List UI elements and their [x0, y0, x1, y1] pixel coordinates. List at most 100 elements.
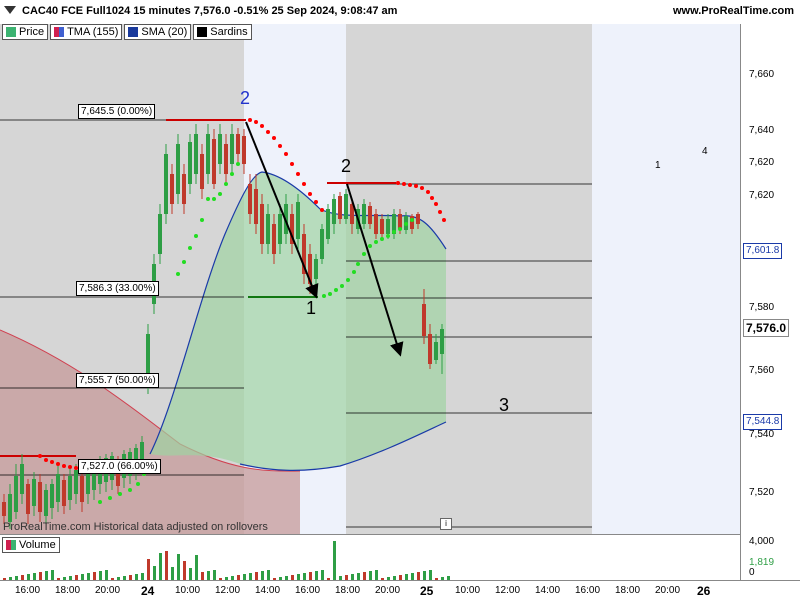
candle-body [254, 189, 258, 224]
wave-label-2-blue: 2 [240, 88, 251, 108]
volume-axis: 4,000 1,819 0 [740, 534, 800, 580]
time-tick: 18:00 [55, 585, 81, 596]
sardin-dot-green [362, 252, 366, 256]
sardin-dot-red [260, 124, 264, 128]
info-icon[interactable]: i [440, 518, 452, 530]
sardin-dot-red [396, 181, 400, 185]
candle-body [236, 134, 240, 154]
time-tick: 16:00 [575, 585, 601, 596]
candle-body [44, 490, 48, 516]
volume-bar [159, 553, 162, 581]
legend-price[interactable]: Price [2, 24, 49, 40]
sardin-dot-green [182, 260, 186, 264]
fibo-level-50[interactable]: 7,555.7 (50.00%) [76, 373, 159, 388]
candle-body [20, 464, 24, 494]
sardin-dot-red [308, 192, 312, 196]
sardin-dot-red [254, 120, 258, 124]
sardin-dot-green [194, 234, 198, 238]
time-tick: 16:00 [15, 585, 41, 596]
legend-sardins[interactable]: Sardins [193, 24, 252, 40]
price-tick: 7,540 [749, 429, 775, 440]
volume-bar [165, 551, 168, 581]
fibo-level-33[interactable]: 7,586.3 (33.00%) [76, 281, 159, 296]
time-tick: 12:00 [495, 585, 521, 596]
candle-body [296, 202, 300, 239]
volume-panel[interactable] [0, 534, 740, 581]
candle-body [212, 139, 216, 184]
price-axis[interactable]: 7,660 7,640 7,620 7,620 7,580 7,560 7,54… [740, 24, 800, 534]
sardin-dot-red [296, 172, 300, 176]
candle-body [362, 204, 366, 224]
volume-canvas [3, 541, 450, 581]
lower-band-price-label: 7,544.8 [743, 414, 783, 430]
sardin-dot-green [340, 284, 344, 288]
candle-body [338, 196, 342, 219]
legend-volume[interactable]: Volume [2, 537, 60, 553]
legend-sardins-label: Sardins [210, 26, 248, 38]
sardin-dot-red [420, 186, 424, 190]
candle-body [344, 194, 348, 219]
candle-body [266, 214, 270, 244]
collapse-triangle-icon[interactable] [4, 6, 16, 14]
candle-body [14, 476, 18, 512]
legend-sma-label: SMA (20) [141, 26, 188, 38]
candle-body [416, 214, 420, 224]
sardin-dot-green [368, 244, 372, 248]
candle-body [440, 329, 444, 354]
site-link[interactable]: www.ProRealTime.com [673, 5, 794, 17]
candle-body [398, 214, 402, 229]
sardin-dot-red [248, 118, 252, 122]
sardin-dot-green [404, 222, 408, 226]
sardin-dot-red [266, 130, 270, 134]
candle-body [410, 216, 414, 229]
sardin-dot-red [434, 202, 438, 206]
chart-header: CAC40 FCE Full1024 15 minutes 7,576.0 -0… [0, 0, 800, 25]
fibo-level-66[interactable]: 7,527.0 (66.00%) [78, 459, 161, 474]
sardin-dot-green [230, 172, 234, 176]
candle-body [248, 184, 252, 214]
sardin-dot-green [108, 496, 112, 500]
sardin-dot-red [38, 454, 42, 458]
sardin-dot-red [44, 458, 48, 462]
candle-body [176, 144, 180, 194]
sardin-dot-red [50, 460, 54, 464]
sardin-dot-green [200, 218, 204, 222]
candle-body [38, 482, 42, 512]
candle-body [170, 174, 174, 204]
volume-bar [153, 566, 156, 581]
candle-body [164, 154, 168, 214]
sma-price-label: 7,601.8 [743, 243, 783, 259]
sardin-dot-red [402, 182, 406, 186]
time-tick: 20:00 [95, 585, 121, 596]
sardin-dot-green [328, 292, 332, 296]
indicator-legend: Price TMA (155) SMA (20) Sardins [2, 24, 254, 40]
current-price-label: 7,576.0 [743, 319, 790, 337]
sardin-dot-green [322, 294, 326, 298]
price-chart[interactable] [0, 24, 740, 534]
sardin-dot-green [236, 162, 240, 166]
candle-body [224, 144, 228, 174]
candle-body [26, 484, 30, 514]
candle-body [8, 494, 12, 522]
sardin-dot-red [414, 184, 418, 188]
volume-bar [183, 561, 186, 581]
price-swatch-icon [6, 27, 16, 37]
candle-body [50, 484, 54, 508]
candle-body [278, 214, 282, 244]
sardin-dot-green [206, 197, 210, 201]
time-axis[interactable]: 16:00 18:00 20:00 24 10:00 12:00 14:00 1… [0, 580, 800, 601]
time-tick: 10:00 [455, 585, 481, 596]
fibo-level-0[interactable]: 7,645.5 (0.00%) [78, 104, 156, 119]
legend-sma[interactable]: SMA (20) [124, 24, 192, 40]
far-label-4: 4 [702, 146, 708, 157]
sardin-dot-green [136, 482, 140, 486]
candle-body [32, 479, 36, 506]
candle-body [2, 502, 6, 516]
legend-tma[interactable]: TMA (155) [50, 24, 123, 40]
time-tick: 14:00 [535, 585, 561, 596]
candle-body [386, 219, 390, 234]
candle-body [326, 209, 330, 239]
sardin-dot-green [118, 492, 122, 496]
sardin-dot-green [212, 197, 216, 201]
sardin-dot-green [356, 262, 360, 266]
